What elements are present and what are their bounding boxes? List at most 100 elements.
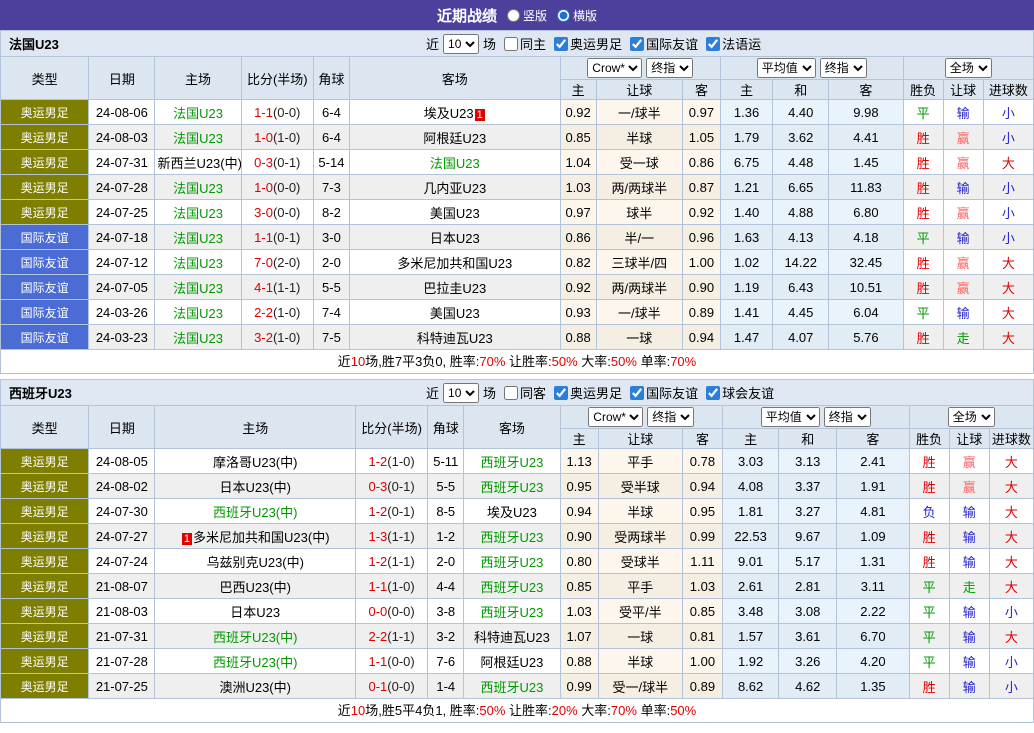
col-avg-away: 客	[828, 79, 904, 100]
goals-result-cell: 大	[988, 548, 1034, 574]
olympic-checkbox[interactable]	[554, 385, 569, 400]
bookmaker-select[interactable]: Crow*	[587, 58, 643, 78]
handicap-result-cell: 输	[948, 648, 990, 674]
scope-select[interactable]: 全场	[944, 58, 992, 78]
final-odds-select-2[interactable]: 终指	[819, 58, 867, 78]
category-intl-friendly-filter[interactable]: 国际友谊	[626, 34, 698, 53]
handicap-result-cell: 输	[948, 548, 990, 574]
same-away-filter[interactable]: 同客	[500, 383, 546, 402]
result-value: 大	[1004, 579, 1018, 595]
avg-draw-cell: 4.07	[772, 324, 830, 350]
filter-controls: 近 10 场 同主 奥运男足 国际友谊 法语运	[426, 31, 761, 56]
avg-away-cell: 3.11	[836, 573, 910, 599]
home-odds-cell: 0.85	[559, 124, 597, 150]
home-odds-cell: 0.97	[559, 199, 597, 225]
winloss-result-cell: 胜	[902, 124, 944, 150]
francophone-checkbox[interactable]	[706, 36, 721, 51]
home-team-cell: 法国U23	[154, 174, 242, 200]
summary-text: 让胜率:	[505, 354, 552, 369]
home-team-cell: 西班牙U23(中)	[154, 498, 356, 524]
home-team-name: 澳洲U23(中)	[219, 679, 291, 695]
average-group: 平均值 终指	[720, 56, 904, 80]
home-odds-cell: 0.88	[559, 648, 599, 674]
olympic-checkbox[interactable]	[554, 36, 569, 51]
avg-away-cell: 2.41	[836, 448, 910, 474]
col-away-odds: 客	[681, 428, 724, 449]
winloss-result-cell: 平	[908, 623, 950, 649]
olympic-label: 奥运男足	[570, 37, 623, 52]
summary-stat-value: 50%	[610, 354, 637, 369]
orientation-vertical-option[interactable]: 竖版	[506, 7, 547, 24]
average-select[interactable]: 平均值	[756, 58, 816, 78]
match-date-cell: 24-08-06	[88, 99, 156, 125]
final-odds-select[interactable]: 终指	[646, 58, 694, 78]
away-odds-cell: 0.95	[681, 498, 724, 524]
scope-select[interactable]: 全场	[947, 407, 995, 427]
result-value: 胜	[916, 280, 930, 296]
match-row: 奥运男足 21-08-07 巴西U23(中) 1-1(1-0) 4-4 西班牙U23 0.8…	[0, 573, 1034, 599]
vertical-radio[interactable]	[506, 8, 520, 22]
home-team-cell: 1 多米尼加共和国U23(中)	[154, 523, 356, 549]
fulltime-score: 0-1	[368, 678, 388, 694]
halftime-score: (0-0)	[272, 104, 301, 120]
avg-away-cell: 9.98	[828, 99, 904, 125]
result-value: 胜	[922, 554, 936, 570]
avg-home-cell: 1.36	[719, 99, 774, 125]
avg-draw-cell: 14.22	[772, 249, 830, 275]
col-corner: 角球	[427, 405, 465, 449]
match-type-cell: 奥运男足	[0, 573, 90, 599]
match-count-select[interactable]: 10	[443, 33, 480, 54]
corner-cell: 3-8	[427, 598, 465, 624]
category-olympic-filter[interactable]: 奥运男足	[550, 383, 622, 402]
intl-friendly-checkbox[interactable]	[630, 385, 645, 400]
same-away-checkbox[interactable]	[504, 385, 519, 400]
halftime-score: (0-0)	[387, 653, 415, 669]
orientation-horizontal-option[interactable]: 横版	[557, 7, 597, 24]
winloss-result-cell: 平	[908, 648, 950, 674]
summary-text: 单率:	[636, 354, 671, 369]
handicap-result-cell: 输	[942, 174, 984, 200]
result-value: 输	[962, 654, 976, 670]
corner-cell: 6-4	[312, 124, 350, 150]
horizontal-radio[interactable]	[557, 8, 570, 22]
bookmaker-select[interactable]: Crow*	[588, 407, 644, 427]
match-count-select[interactable]: 10	[443, 382, 480, 403]
winloss-result-cell: 胜	[908, 673, 950, 699]
average-select[interactable]: 平均值	[760, 407, 820, 427]
away-odds-cell: 0.89	[681, 673, 724, 699]
category-olympic-filter[interactable]: 奥运男足	[550, 34, 622, 53]
halftime-score: (1-0)	[387, 578, 415, 594]
result-value: 胜	[922, 679, 936, 695]
result-value: 大	[1001, 280, 1015, 296]
avg-draw-cell: 3.37	[778, 473, 838, 499]
result-value: 赢	[956, 280, 970, 296]
final-odds-select[interactable]: 终指	[647, 407, 695, 427]
away-team-cell: 西班牙U23	[463, 598, 561, 624]
club-friendly-checkbox[interactable]	[706, 385, 721, 400]
away-team-cell: 科特迪瓦U23	[348, 324, 561, 350]
avg-home-cell: 1.79	[719, 124, 774, 150]
away-team-cell: 美国U23	[348, 299, 561, 325]
intl-friendly-checkbox[interactable]	[630, 36, 645, 51]
away-team-name: 西班牙U23	[480, 679, 544, 695]
avg-away-cell: 1.31	[836, 548, 910, 574]
col-home-odds: 主	[559, 79, 597, 100]
match-date-cell: 24-07-12	[88, 249, 156, 275]
halftime-score: (1-0)	[387, 453, 415, 469]
category-francophone-filter[interactable]: 法语运	[702, 34, 761, 53]
same-home-checkbox[interactable]	[504, 36, 519, 51]
result-value: 平	[922, 654, 936, 670]
final-odds-select-2[interactable]: 终指	[823, 407, 871, 427]
average-group: 平均值 终指	[722, 405, 910, 429]
same-away-label: 同客	[520, 386, 547, 401]
same-home-filter[interactable]: 同主	[500, 34, 546, 53]
category-intl-friendly-filter[interactable]: 国际友谊	[626, 383, 698, 402]
home-odds-cell: 1.03	[559, 174, 597, 200]
match-row: 奥运男足 24-08-06 法国U23 1-1(0-0) 6-4 埃及U23 1 0.92 一/…	[0, 99, 1034, 125]
result-value: 大	[1004, 479, 1018, 495]
scope-group: 全场	[908, 405, 1034, 429]
result-value: 小	[1001, 105, 1015, 121]
home-odds-cell: 0.92	[559, 274, 597, 300]
result-value: 赢	[962, 454, 976, 470]
category-club-friendly-filter[interactable]: 球会友谊	[702, 383, 774, 402]
